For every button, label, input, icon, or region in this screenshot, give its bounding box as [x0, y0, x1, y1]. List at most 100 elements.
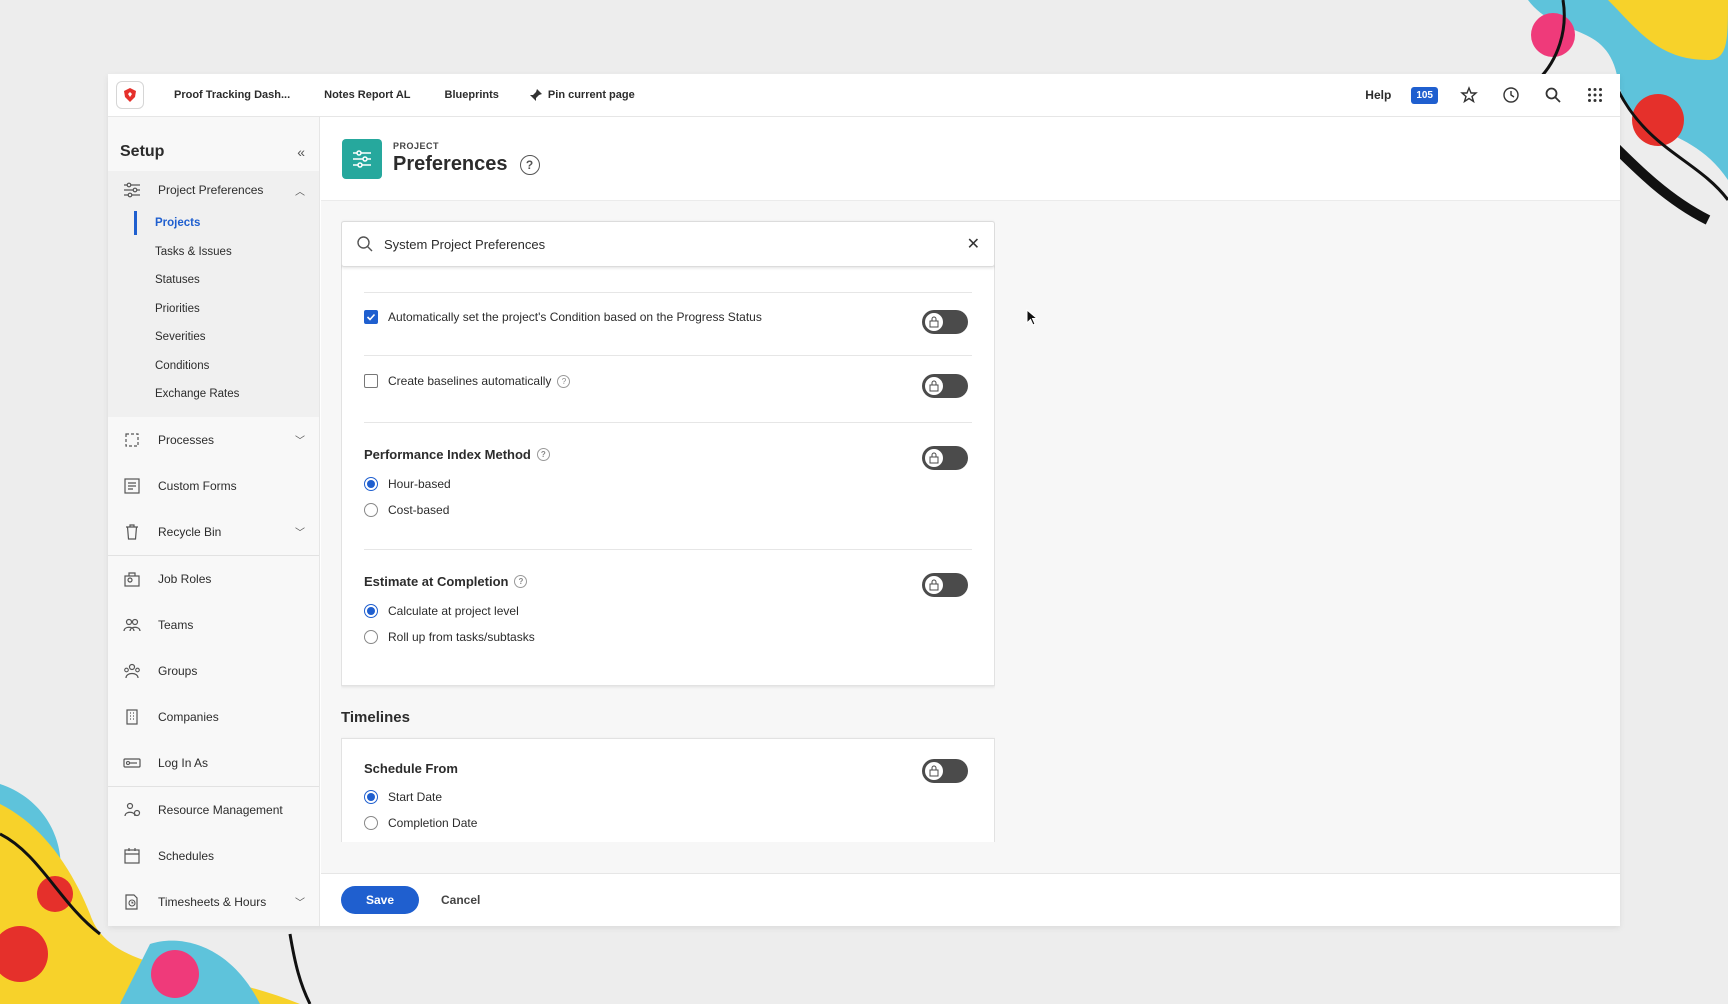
sidebar-subitem-statuses[interactable]: Statuses — [108, 266, 319, 295]
groups-icon — [122, 661, 142, 681]
radio-label: Roll up from tasks/subtasks — [388, 630, 535, 644]
radio-label: Completion Date — [388, 816, 478, 830]
pinned-tab-notes-report[interactable]: Notes Report AL — [324, 89, 410, 101]
lock-icon — [924, 761, 944, 781]
baselines-row: Create baselines automatically ? — [364, 374, 972, 388]
sidebar-item-timesheets-hours[interactable]: Timesheets & Hours ﹀ — [108, 879, 319, 925]
baselines-checkbox[interactable] — [364, 374, 378, 388]
clear-search-icon[interactable]: ✕ — [967, 234, 980, 254]
project-preferences-section: Project Preferences ︿ Projects Tasks & I… — [108, 171, 319, 417]
lock-toggle-baselines[interactable] — [922, 374, 968, 398]
radio-start-date[interactable]: Start Date — [364, 785, 972, 809]
section-title-label: Performance Index Method — [364, 447, 531, 462]
chevron-up-icon: ︿ — [295, 186, 305, 198]
radio-calculate-project-level[interactable]: Calculate at project level — [364, 599, 972, 623]
logo-icon — [124, 88, 136, 102]
sidebar-subitem-conditions[interactable]: Conditions — [108, 352, 319, 381]
lock-icon — [924, 312, 944, 332]
help-circle-icon[interactable]: ? — [514, 575, 528, 588]
cancel-button[interactable]: Cancel — [441, 893, 480, 907]
sidebar-item-processes[interactable]: Processes ﹀ — [108, 417, 319, 463]
sidebar-item-label: Schedules — [158, 848, 215, 863]
radio-completion-date[interactable]: Completion Date — [364, 811, 972, 835]
sidebar-item-label: Processes — [158, 432, 215, 447]
eac-title: Estimate at Completion ? — [364, 574, 972, 589]
sidebar-subitem-priorities[interactable]: Priorities — [108, 295, 319, 324]
radio-button[interactable] — [364, 790, 378, 804]
pinned-tab-blueprints[interactable]: Blueprints — [445, 89, 499, 101]
sidebar-item-project-preferences[interactable]: Project Preferences ︿ — [108, 171, 319, 209]
preferences-content: ✕ Automatically set the project's Condit… — [341, 201, 995, 842]
sidebar-item-schedules[interactable]: Schedules — [108, 833, 319, 879]
radio-button[interactable] — [364, 630, 378, 644]
auto-condition-checkbox[interactable] — [364, 310, 378, 324]
preferences-icon — [342, 138, 382, 179]
lock-toggle-eac[interactable] — [922, 573, 968, 597]
sidebar-item-label: Log In As — [158, 755, 209, 770]
sidebar-subitem-severities[interactable]: Severities — [108, 323, 319, 352]
sidebar-subitem-tasks-issues[interactable]: Tasks & Issues — [108, 238, 319, 267]
top-bar: Proof Tracking Dash... Notes Report AL B… — [108, 74, 1620, 117]
lock-toggle-schedule-from[interactable] — [922, 759, 968, 783]
sidebar-item-teams[interactable]: Teams — [108, 602, 319, 648]
app-window: Proof Tracking Dash... Notes Report AL B… — [108, 74, 1620, 926]
auto-condition-row: Automatically set the project's Conditio… — [364, 310, 972, 324]
radio-hour-based[interactable]: Hour-based — [364, 472, 972, 496]
history-icon[interactable] — [1500, 84, 1522, 106]
project-preferences-card: Automatically set the project's Conditio… — [341, 251, 995, 686]
save-button[interactable]: Save — [341, 886, 419, 914]
lock-toggle-auto-condition[interactable] — [922, 310, 968, 334]
collapse-sidebar-icon[interactable]: « — [297, 144, 305, 160]
section-title-label: Estimate at Completion — [364, 574, 509, 589]
sidebar-item-companies[interactable]: Companies — [108, 694, 319, 740]
help-link[interactable]: Help — [1365, 88, 1391, 102]
sidebar-item-groups[interactable]: Groups — [108, 648, 319, 694]
radio-button[interactable] — [364, 816, 378, 830]
sidebar-item-recycle-bin[interactable]: Recycle Bin ﹀ — [108, 509, 319, 555]
trash-icon — [122, 522, 142, 542]
search-input[interactable] — [384, 236, 967, 252]
radio-button[interactable] — [364, 503, 378, 517]
sidebar-item-label: Project Preferences — [158, 183, 264, 197]
performance-index-title: Performance Index Method ? — [364, 447, 972, 462]
pin-current-page-button[interactable]: Pin current page — [529, 88, 635, 102]
radio-button[interactable] — [364, 604, 378, 618]
app-grid-icon[interactable] — [1584, 84, 1606, 106]
radio-label: Calculate at project level — [388, 604, 519, 618]
companies-icon — [122, 707, 142, 727]
lock-toggle-performance-index[interactable] — [922, 446, 968, 470]
help-circle-icon[interactable]: ? — [519, 154, 540, 175]
pinned-tab-proof-tracking[interactable]: Proof Tracking Dash... — [174, 89, 290, 101]
radio-button[interactable] — [364, 477, 378, 491]
chevron-down-icon: ﹀ — [295, 436, 305, 447]
sidebar-item-resource-management[interactable]: Resource Management — [108, 787, 319, 833]
pin-current-page-label: Pin current page — [547, 89, 635, 101]
sidebar-item-job-roles[interactable]: Job Roles — [108, 556, 319, 602]
sidebar-item-log-in-as[interactable]: Log In As — [108, 740, 319, 786]
help-circle-icon[interactable]: ? — [557, 374, 571, 388]
action-footer: Save Cancel — [321, 873, 1620, 926]
sidebar-item-label: Recycle Bin — [158, 524, 222, 539]
custom-forms-icon — [122, 476, 142, 496]
job-roles-icon — [122, 569, 142, 589]
chevron-down-icon: ﹀ — [295, 898, 305, 909]
notifications-badge[interactable]: 105 — [1411, 86, 1438, 104]
app-logo[interactable] — [116, 81, 144, 109]
sidebar-item-custom-forms[interactable]: Custom Forms — [108, 463, 319, 509]
row-divider — [364, 549, 972, 550]
radio-roll-up[interactable]: Roll up from tasks/subtasks — [364, 625, 972, 649]
lock-icon — [924, 376, 944, 396]
page-title: Preferences — [393, 153, 508, 175]
star-icon[interactable] — [1458, 84, 1480, 106]
help-circle-icon[interactable]: ? — [536, 448, 550, 461]
teams-icon — [122, 615, 142, 635]
processes-icon — [122, 430, 142, 450]
radio-label: Cost-based — [388, 503, 450, 517]
radio-label: Hour-based — [388, 477, 451, 491]
calendar-icon — [122, 846, 142, 866]
resource-management-icon — [122, 800, 142, 820]
search-icon[interactable] — [1542, 84, 1564, 106]
radio-cost-based[interactable]: Cost-based — [364, 498, 972, 522]
sidebar-subitem-exchange-rates[interactable]: Exchange Rates — [108, 380, 319, 409]
sidebar-subitem-projects[interactable]: Projects — [108, 209, 319, 238]
